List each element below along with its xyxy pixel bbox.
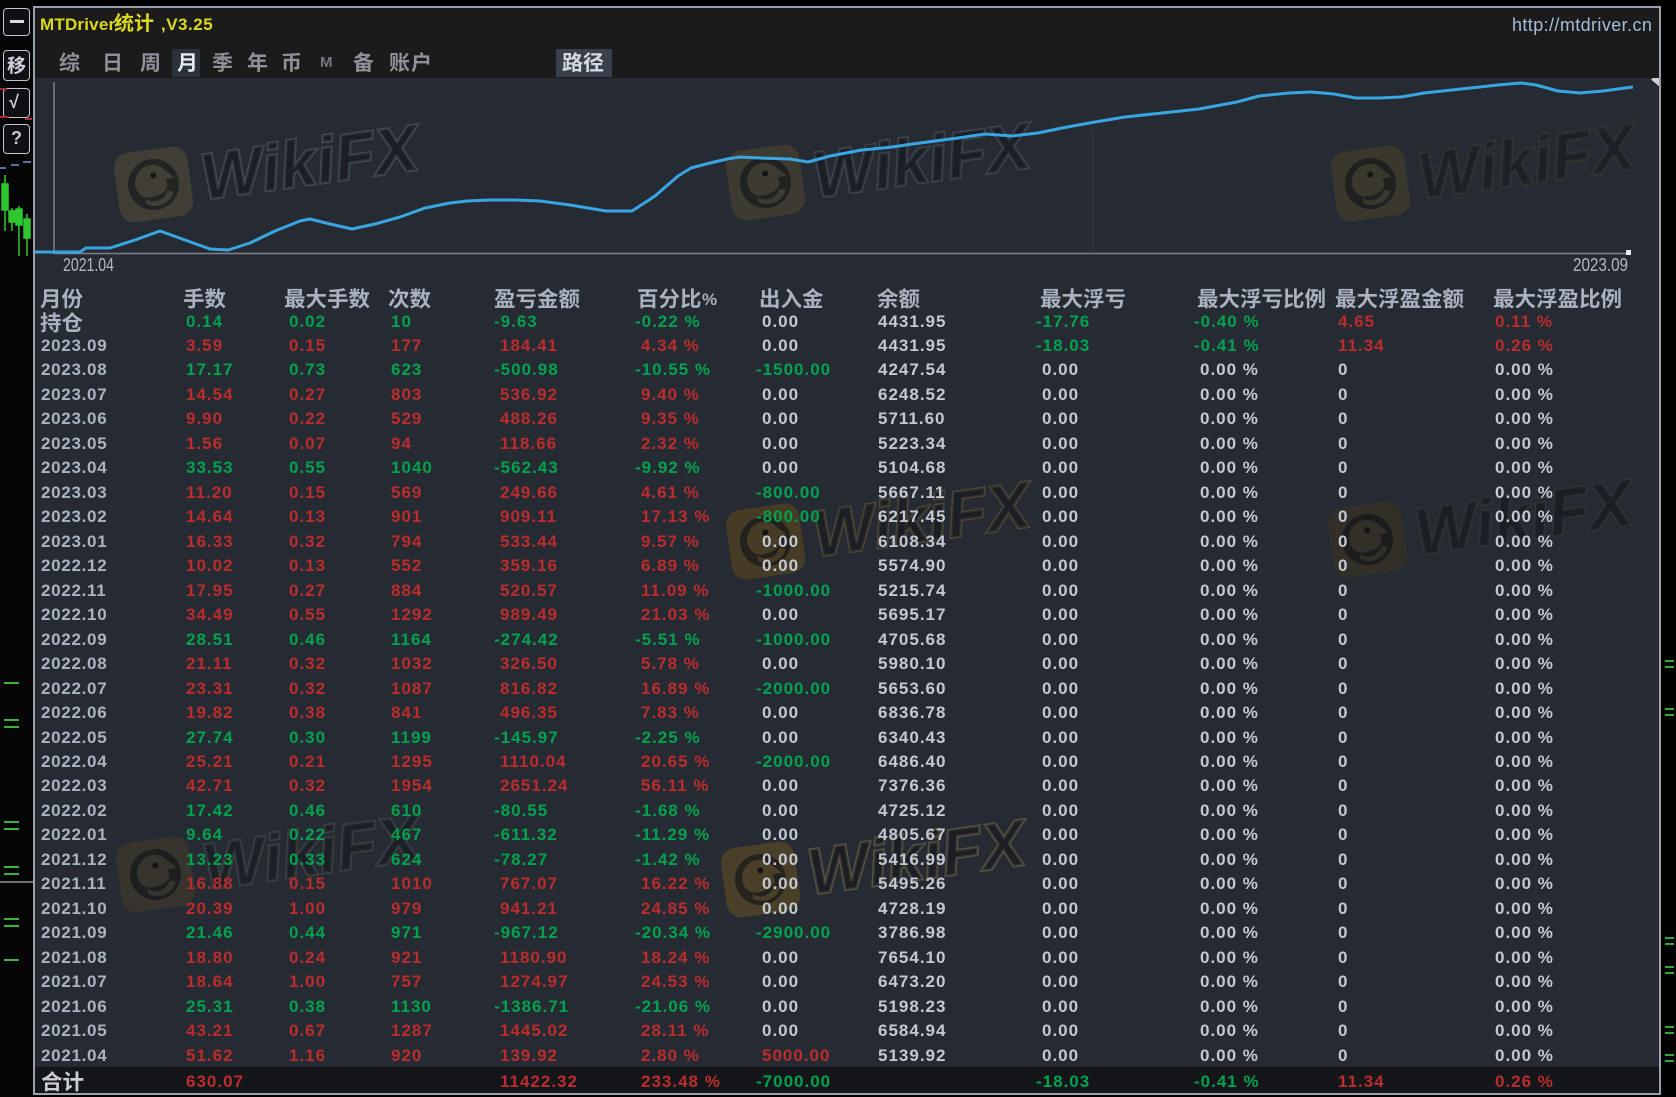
svg-text:WikiFX: WikiFX xyxy=(808,108,1038,211)
svg-text:WikiFX: WikiFX xyxy=(1413,109,1643,212)
svg-text:2023.09: 2023.09 xyxy=(1573,255,1628,275)
svg-text:WikiFX: WikiFX xyxy=(196,110,426,213)
svg-text:2021.04: 2021.04 xyxy=(63,255,114,275)
